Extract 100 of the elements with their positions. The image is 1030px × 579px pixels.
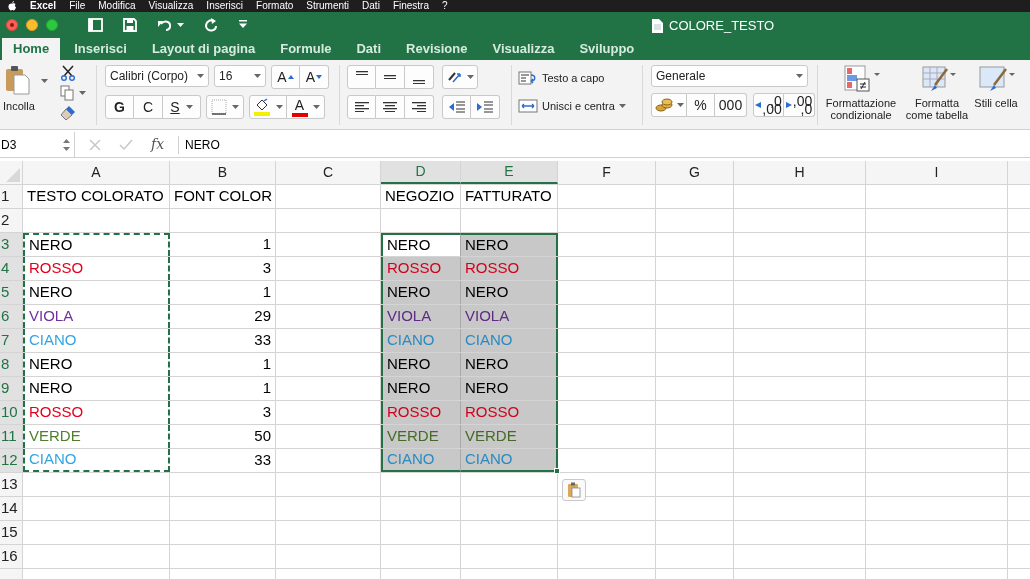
table-cell[interactable]: NERO xyxy=(461,233,558,256)
menu-item[interactable]: Visualizza xyxy=(148,1,194,11)
table-cell[interactable]: NERO xyxy=(461,281,558,304)
font-size-dropdown[interactable]: 16 xyxy=(214,65,266,87)
table-cell[interactable]: 1 xyxy=(170,377,276,400)
paste-options-button[interactable] xyxy=(562,479,586,501)
close-button[interactable] xyxy=(6,18,18,31)
table-cell[interactable]: FATTURATO xyxy=(461,185,558,208)
caret-icon[interactable] xyxy=(197,74,204,78)
table-cell[interactable]: 1 xyxy=(170,233,276,256)
row-header[interactable]: 7 xyxy=(0,329,23,352)
brush-icon[interactable] xyxy=(59,105,76,121)
merge-center-button[interactable]: Unisci e centra xyxy=(518,97,642,114)
currency-button[interactable] xyxy=(651,93,687,117)
table-cell[interactable]: VERDE xyxy=(381,425,461,448)
table-cell[interactable]: 1 xyxy=(170,281,276,304)
decrease-decimal-button[interactable]: ,00 ,0 xyxy=(784,93,815,117)
table-cell[interactable]: VIOLA xyxy=(381,305,461,328)
column-header[interactable]: B xyxy=(170,161,276,184)
table-cell[interactable]: NERO xyxy=(381,281,461,304)
table-cell[interactable]: 33 xyxy=(170,329,276,352)
menu-item[interactable]: Dati xyxy=(362,1,380,11)
caret-icon[interactable] xyxy=(466,75,474,79)
ribbon-tab[interactable]: Layout di pagina xyxy=(140,38,267,60)
redo-icon[interactable] xyxy=(204,17,218,32)
column-header[interactable]: F xyxy=(558,161,656,184)
caret-icon[interactable] xyxy=(796,74,803,78)
caret-icon[interactable] xyxy=(177,22,184,27)
fill-handle[interactable] xyxy=(554,468,560,474)
format-as-table-button[interactable]: Formatta come tabella xyxy=(902,65,972,121)
table-cell[interactable]: ROSSO xyxy=(23,401,170,424)
table-cell[interactable]: FONT COLOR xyxy=(170,185,276,208)
align-center-button[interactable] xyxy=(376,95,405,119)
paste-button[interactable]: Incolla xyxy=(3,65,35,125)
table-cell[interactable]: NERO xyxy=(461,353,558,376)
caret-icon[interactable] xyxy=(254,74,261,78)
zoom-button[interactable] xyxy=(46,18,58,31)
caret-icon[interactable] xyxy=(312,105,320,109)
row-header[interactable]: 15 xyxy=(0,521,23,544)
increase-indent-button[interactable] xyxy=(471,95,500,119)
row-header[interactable]: 12 xyxy=(0,449,23,472)
row-header[interactable]: 16 xyxy=(0,545,23,568)
caret-icon[interactable] xyxy=(78,91,86,95)
shrink-font-button[interactable]: A xyxy=(300,65,329,89)
menu-item[interactable]: ? xyxy=(442,1,448,11)
table-cell[interactable]: NERO xyxy=(23,353,170,376)
table-cell[interactable]: 3 xyxy=(170,401,276,424)
align-bottom-button[interactable] xyxy=(405,65,434,89)
save-icon[interactable] xyxy=(123,17,137,32)
menu-item[interactable]: File xyxy=(69,1,86,11)
minimize-button[interactable] xyxy=(26,18,38,31)
menu-item[interactable]: Strumenti xyxy=(306,1,350,11)
ribbon-tab[interactable]: Sviluppo xyxy=(568,38,646,60)
formula-field[interactable]: NERO xyxy=(179,135,1030,154)
menu-item[interactable]: Modifica xyxy=(98,1,136,11)
caret-icon[interactable] xyxy=(185,105,193,109)
table-cell[interactable]: NERO xyxy=(381,353,461,376)
column-header[interactable]: A xyxy=(23,161,170,184)
ribbon-tab[interactable]: Home xyxy=(2,38,61,60)
table-cell[interactable]: 29 xyxy=(170,305,276,328)
column-header[interactable]: H xyxy=(734,161,866,184)
row-header[interactable]: 13 xyxy=(0,473,23,496)
decrease-indent-button[interactable] xyxy=(442,95,471,119)
font-color-button[interactable]: A xyxy=(287,95,325,119)
customize-icon[interactable] xyxy=(238,20,248,29)
row-header[interactable]: 14 xyxy=(0,497,23,520)
ribbon-tab[interactable]: Inserisci xyxy=(63,38,138,60)
table-cell[interactable]: NERO xyxy=(381,377,461,400)
align-top-button[interactable] xyxy=(347,65,376,89)
table-cell[interactable]: 3 xyxy=(170,257,276,280)
borders-button[interactable] xyxy=(206,95,244,119)
increase-decimal-button[interactable]: ,0 ,00 xyxy=(753,93,784,117)
table-cell[interactable]: NERO xyxy=(381,233,461,256)
column-header[interactable]: I xyxy=(866,161,1008,184)
orientation-button[interactable] xyxy=(442,65,478,89)
table-cell[interactable]: VIOLA xyxy=(461,305,558,328)
menu-item[interactable]: Formato xyxy=(256,1,294,11)
caret-icon[interactable] xyxy=(232,105,239,109)
row-header[interactable]: 2 xyxy=(0,209,23,232)
name-box[interactable]: D3 xyxy=(0,132,75,157)
align-middle-button[interactable] xyxy=(376,65,405,89)
cell-styles-button[interactable]: Stili cella xyxy=(974,65,1018,121)
column-header[interactable]: D xyxy=(381,161,461,184)
check-icon[interactable] xyxy=(119,138,133,151)
row-header[interactable]: 8 xyxy=(0,353,23,376)
row-header[interactable]: 9 xyxy=(0,377,23,400)
table-cell[interactable]: NEGOZIO xyxy=(381,185,461,208)
caret-icon[interactable] xyxy=(276,105,283,109)
table-cell[interactable]: NERO xyxy=(23,377,170,400)
table-cell[interactable]: NERO xyxy=(23,281,170,304)
row-header[interactable]: 10 xyxy=(0,401,23,424)
thousands-button[interactable]: 000 xyxy=(715,93,747,117)
column-header[interactable]: G xyxy=(656,161,734,184)
row-header[interactable]: 1 xyxy=(0,185,23,208)
table-cell[interactable]: NERO xyxy=(461,377,558,400)
table-cell[interactable]: 1 xyxy=(170,353,276,376)
apple-icon[interactable] xyxy=(8,1,17,11)
underline-button[interactable]: S xyxy=(163,95,201,119)
conditional-formatting-button[interactable]: Formattazione condizionale xyxy=(822,65,900,121)
menu-item[interactable]: Finestra xyxy=(392,1,429,11)
